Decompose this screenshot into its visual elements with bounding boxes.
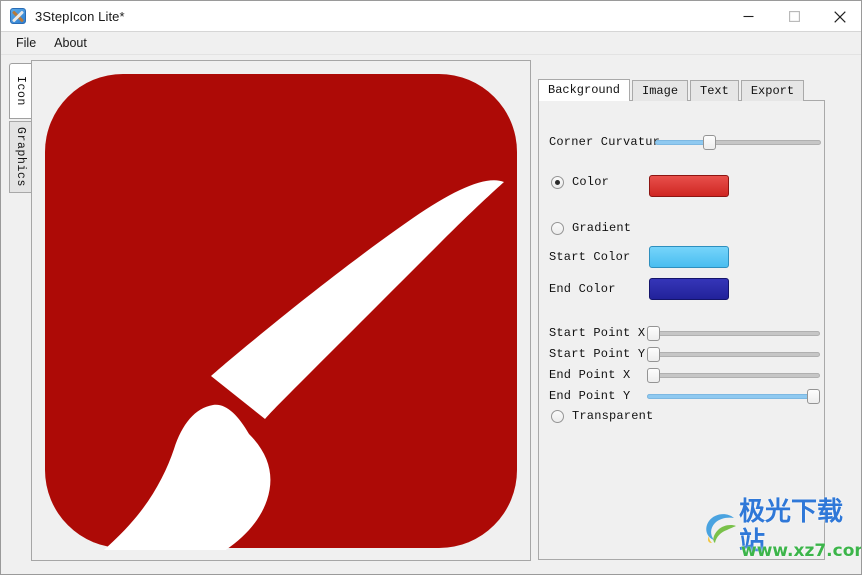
end-point-x-slider[interactable] [647, 367, 820, 383]
tab-text[interactable]: Text [690, 80, 739, 101]
slider-fill [655, 139, 710, 145]
end-color-row: End Color [549, 278, 821, 300]
slider-thumb[interactable] [647, 346, 660, 362]
start-point-x-label: Start Point X [549, 326, 646, 340]
icon-background-shape [45, 73, 517, 548]
end-point-y-row: End Point Y [549, 388, 824, 404]
end-color-swatch-button[interactable] [649, 278, 729, 300]
color-option-row: Color [551, 175, 823, 197]
maximize-icon [788, 11, 800, 22]
transparent-option-row: Transparent [551, 409, 653, 423]
slider-thumb[interactable] [807, 388, 820, 404]
slider-track [647, 330, 820, 336]
color-swatch-button[interactable] [649, 175, 729, 197]
color-radio-group[interactable]: Color [551, 175, 609, 189]
transparent-option-label: Transparent [572, 409, 654, 423]
window-title: 3StepIcon Lite* [35, 8, 125, 24]
end-color-label: End Color [549, 282, 616, 296]
start-color-swatch-button[interactable] [649, 246, 729, 268]
minimize-icon [743, 15, 753, 18]
application-window: 3StepIcon Lite* File About Icon Graphics… [0, 0, 862, 575]
slider-fill [647, 393, 820, 399]
slider-track [647, 372, 820, 378]
corner-curvature-row: Corner Curvatur [549, 134, 821, 150]
corner-curvature-label: Corner Curvatur [549, 135, 661, 149]
window-controls [725, 1, 861, 32]
corner-curvature-slider[interactable] [655, 134, 821, 150]
gradient-option-label: Gradient [572, 221, 632, 235]
start-color-label: Start Color [549, 250, 631, 264]
start-point-y-slider[interactable] [647, 346, 820, 362]
end-point-x-label: End Point X [549, 368, 631, 382]
close-button[interactable] [817, 1, 861, 32]
vertical-tab-icon[interactable]: Icon [9, 63, 31, 119]
end-point-y-label: End Point Y [549, 389, 631, 403]
vertical-tab-icon-label: Icon [14, 75, 27, 106]
end-point-y-slider[interactable] [647, 388, 820, 404]
color-option-label: Color [572, 175, 610, 189]
gradient-radio[interactable] [551, 221, 564, 235]
vertical-tab-strip: Icon Graphics [9, 63, 31, 193]
icon-preview-artwork [45, 73, 517, 550]
vertical-tab-graphics[interactable]: Graphics [9, 121, 31, 193]
title-bar: 3StepIcon Lite* [1, 1, 861, 32]
menu-file[interactable]: File [7, 33, 45, 53]
end-point-x-row: End Point X [549, 367, 824, 383]
transparent-radio-group[interactable]: Transparent [551, 409, 653, 423]
minimize-button[interactable] [725, 1, 771, 32]
icon-preview-panel[interactable] [31, 60, 531, 561]
tab-export[interactable]: Export [740, 80, 805, 101]
start-point-x-slider[interactable] [647, 325, 820, 341]
slider-thumb[interactable] [647, 367, 660, 383]
maximize-button[interactable] [771, 1, 817, 32]
start-point-y-label: Start Point Y [549, 347, 646, 361]
icon-preview-stage [32, 61, 530, 560]
vertical-tab-graphics-label: Graphics [14, 127, 27, 188]
slider-track [647, 351, 820, 357]
start-point-x-row: Start Point X [549, 325, 824, 341]
settings-panel: Background Image Text Export Corner Curv… [538, 79, 838, 561]
background-tab-panel: Corner Curvatur Color Gradient Start Col… [538, 100, 825, 560]
slider-thumb[interactable] [703, 134, 717, 150]
slider-thumb[interactable] [647, 325, 660, 341]
gradient-radio-group[interactable]: Gradient [551, 221, 631, 235]
menu-about[interactable]: About [45, 33, 96, 53]
gradient-option-row: Gradient [551, 221, 631, 235]
start-color-row: Start Color [549, 246, 821, 268]
settings-tab-strip: Background Image Text Export [538, 79, 806, 101]
tab-image[interactable]: Image [632, 80, 689, 101]
start-point-y-row: Start Point Y [549, 346, 824, 362]
close-icon [834, 10, 846, 23]
tab-background[interactable]: Background [538, 79, 631, 101]
menu-bar: File About [1, 32, 861, 55]
transparent-radio[interactable] [551, 409, 564, 423]
color-radio[interactable] [551, 175, 564, 189]
app-tools-icon [10, 8, 26, 24]
